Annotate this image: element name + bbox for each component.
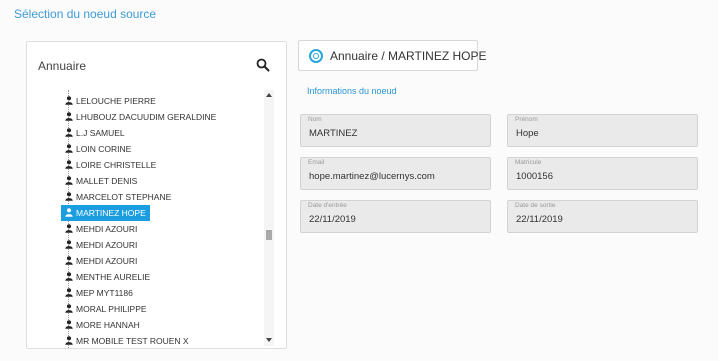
date-entree-value: 22/11/2019 [309, 214, 356, 225]
prenom-field[interactable]: Prénom Hope [507, 114, 698, 147]
email-field[interactable]: Email hope.martinez@lucernys.com [300, 157, 491, 190]
node-circle-icon [309, 49, 323, 63]
user-icon [65, 160, 73, 170]
tree-header: Annuaire [27, 42, 286, 90]
matricule-value: 1000156 [516, 171, 553, 182]
tree-item[interactable]: MALLET DENIS [61, 173, 141, 189]
user-icon [65, 256, 73, 266]
tree-item[interactable]: MEP MYT1186 [61, 285, 137, 301]
tree-item-label: MEP MYT1186 [76, 288, 133, 298]
user-icon [65, 144, 73, 154]
directory-tree-panel: Annuaire LELOUCHE PIERRE LHUBOUZ DACUUDIM… [26, 41, 287, 349]
tree-item-label: MORE HANNAH [76, 320, 140, 330]
tree-item-label: MEHDI AZOURI [76, 256, 138, 266]
prenom-label: Prénom [515, 116, 538, 123]
user-icon [65, 208, 73, 218]
tree-item-label: MEHDI AZOURI [76, 240, 138, 250]
user-icon [65, 272, 73, 282]
tree-item[interactable]: MR MOBILE TEST ROUEN X [61, 333, 193, 348]
user-icon [65, 224, 73, 234]
date-sortie-label: Date de sortie [515, 202, 556, 209]
node-header: Annuaire / MARTINEZ HOPE [298, 40, 487, 71]
tree-item[interactable]: MORAL PHILIPPE [61, 301, 151, 317]
date-entree-field[interactable]: Date d'entrée 22/11/2019 [300, 200, 491, 233]
user-icon [65, 128, 73, 138]
date-entree-label: Date d'entrée [308, 202, 347, 209]
tree-item[interactable]: MORE HANNAH [61, 317, 144, 333]
user-icon [65, 96, 73, 106]
tree-item[interactable]: LELOUCHE PIERRE [61, 93, 160, 109]
tree-item-label: MARTINEZ HOPE [76, 208, 146, 218]
tree-item[interactable]: MENTHE AURELIE [61, 269, 154, 285]
tree-list: LELOUCHE PIERRE LHUBOUZ DACUUDIM GERALDIN… [27, 90, 265, 348]
scroll-down-arrow-icon[interactable] [265, 337, 273, 343]
date-sortie-field[interactable]: Date de sortie 22/11/2019 [507, 200, 698, 233]
user-icon [65, 240, 73, 250]
tree-item-label: MR MOBILE TEST ROUEN X [76, 336, 189, 346]
page-title: Sélection du noeud source [14, 7, 157, 21]
user-icon [65, 320, 73, 330]
tree-item-label: MENTHE AURELIE [76, 272, 151, 282]
tree-item-label: LOIRE CHRISTELLE [76, 160, 157, 170]
tree-item[interactable]: L.J SAMUEL [61, 125, 129, 141]
node-path-title: Annuaire / MARTINEZ HOPE [330, 49, 487, 63]
user-icon [65, 176, 73, 186]
tree-item[interactable]: MARCELOT STEPHANE [61, 189, 175, 205]
nom-value: MARTINEZ [309, 128, 358, 139]
tree-item-label: LHUBOUZ DACUUDIM GERALDINE [76, 112, 217, 122]
scroll-thumb[interactable] [266, 229, 272, 240]
tree-item[interactable]: MEHDI AZOURI [61, 221, 141, 237]
matricule-label: Matricule [515, 159, 542, 166]
tree-item-label: MEHDI AZOURI [76, 224, 138, 234]
nom-label: Nom [308, 116, 322, 123]
user-icon [65, 288, 73, 298]
tree-item-label: LOIN CORINE [76, 144, 132, 154]
tree-item[interactable]: LOIRE CHRISTELLE [61, 157, 160, 173]
tree-item-label: MORAL PHILIPPE [76, 304, 147, 314]
email-label: Email [308, 159, 325, 166]
nom-field[interactable]: Nom MARTINEZ [300, 114, 491, 147]
tree-scrollbar[interactable] [264, 90, 274, 346]
user-icon [65, 112, 73, 122]
email-value: hope.martinez@lucernys.com [309, 171, 435, 182]
prenom-value: Hope [516, 128, 539, 139]
user-icon [65, 336, 73, 346]
tree-item[interactable]: LOIN CORINE [61, 141, 135, 157]
tree-item[interactable]: LHUBOUZ DACUUDIM GERALDINE [61, 109, 220, 125]
tree-item[interactable]: MEHDI AZOURI [61, 237, 141, 253]
tree-item-label: MARCELOT STEPHANE [76, 192, 172, 202]
user-icon [65, 192, 73, 202]
tree-title: Annuaire [38, 59, 87, 73]
tree-item-label: L.J SAMUEL [76, 128, 125, 138]
date-sortie-value: 22/11/2019 [516, 214, 563, 225]
node-info-section-title: Informations du noeud [307, 86, 397, 96]
scroll-up-arrow-icon[interactable] [265, 92, 273, 98]
tree-item-label: LELOUCHE PIERRE [76, 96, 156, 106]
user-icon [65, 304, 73, 314]
matricule-field[interactable]: Matricule 1000156 [507, 157, 698, 190]
tree-item[interactable]: MARTINEZ HOPE [61, 205, 150, 221]
search-icon[interactable] [256, 58, 272, 74]
tree-item-label: MALLET DENIS [76, 176, 138, 186]
tree-item[interactable]: MEHDI AZOURI [61, 253, 141, 269]
